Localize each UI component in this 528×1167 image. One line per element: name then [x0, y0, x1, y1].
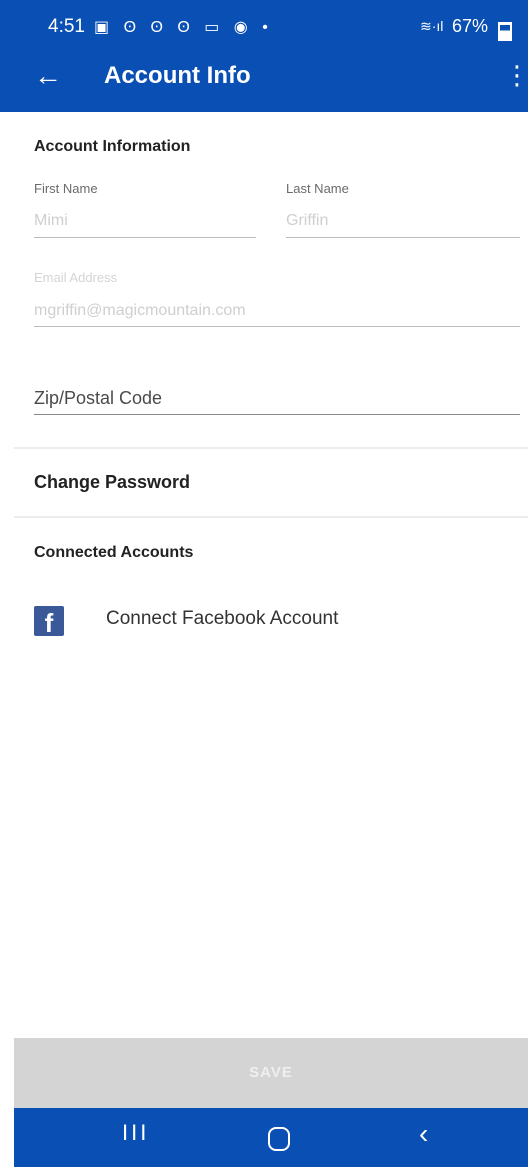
signal-icon: ≋·ıl	[420, 18, 444, 34]
divider	[14, 447, 528, 449]
save-button[interactable]: SAVE	[14, 1038, 528, 1110]
first-name-field[interactable]: Mimi	[34, 212, 68, 230]
section-account-information: Account Information	[34, 138, 191, 155]
status-time: 4:51	[48, 16, 85, 37]
more-vertical-icon[interactable]: ⋮	[504, 60, 528, 90]
first-name-label: First Name	[34, 181, 98, 196]
battery-icon	[498, 22, 512, 41]
page-title: Account Info	[104, 62, 251, 89]
email-field[interactable]: mgriffin@magicmountain.com	[34, 302, 246, 320]
zip-underline	[34, 414, 520, 415]
notification-icons: ▣ ʘ ʘ ʘ ▭ ◉ •	[94, 19, 273, 36]
last-name-label: Last Name	[286, 181, 349, 196]
email-label: Email Address	[34, 270, 118, 285]
status-bar: 4:51 ▣ ʘ ʘ ʘ ▭ ◉ • ≋·ıl 67%	[0, 0, 528, 48]
last-name-underline	[286, 237, 520, 238]
connect-facebook-label: Connect Facebook Account	[106, 608, 339, 629]
system-nav-bar: III ‹	[14, 1108, 528, 1167]
home-icon[interactable]	[268, 1127, 290, 1151]
divider	[14, 516, 528, 518]
email-underline	[34, 326, 520, 327]
app-bar: ← Account Info ⋮	[0, 48, 528, 112]
facebook-icon: f	[34, 606, 64, 638]
recent-apps-icon[interactable]: III	[122, 1120, 149, 1146]
arrow-left-icon[interactable]: ←	[34, 60, 62, 92]
top-bar: 4:51 ▣ ʘ ʘ ʘ ▭ ◉ • ≋·ıl 67% ← Account In…	[0, 0, 528, 112]
battery-percent: 67%	[452, 16, 489, 36]
save-label: SAVE	[249, 1064, 293, 1081]
back-nav-icon[interactable]: ‹	[419, 1118, 428, 1150]
change-password-button[interactable]: Change Password	[34, 472, 190, 493]
connect-facebook-button[interactable]: f Connect Facebook Account	[0, 600, 528, 644]
section-connected-accounts: Connected Accounts	[34, 544, 194, 561]
zip-postal-code-field[interactable]: Zip/Postal Code	[34, 388, 162, 409]
last-name-field[interactable]: Griffin	[286, 212, 328, 230]
first-name-underline	[34, 237, 256, 238]
